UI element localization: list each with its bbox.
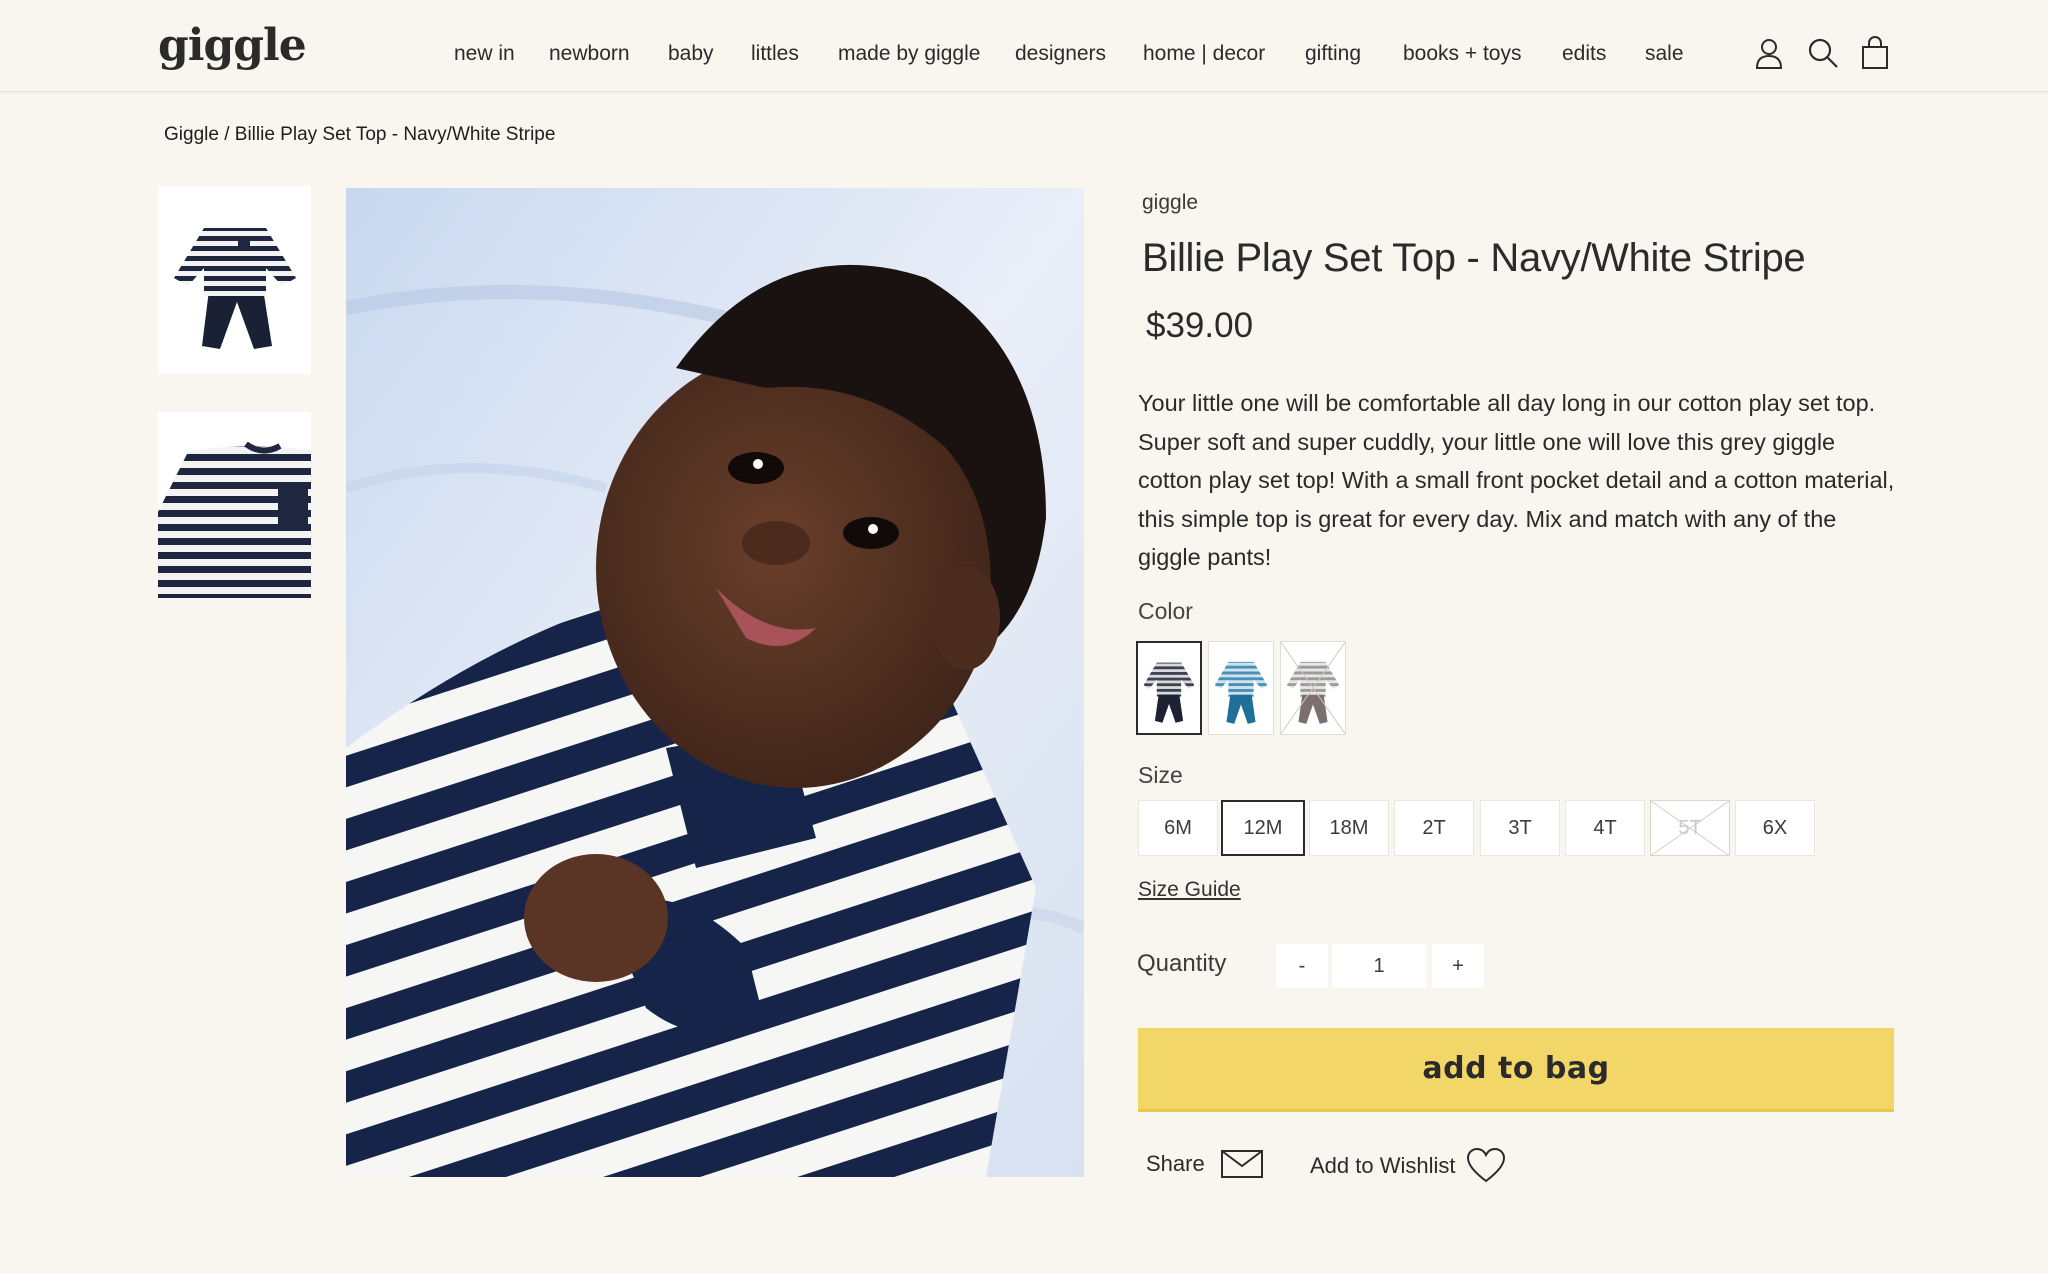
quantity-increase-button[interactable]: + bbox=[1432, 944, 1484, 988]
nav-home-decor[interactable]: home | decor bbox=[1143, 42, 1265, 66]
add-to-wishlist-button[interactable]: Add to Wishlist bbox=[1310, 1148, 1506, 1184]
breadcrumb-home[interactable]: Giggle bbox=[164, 124, 219, 145]
nav-baby[interactable]: baby bbox=[668, 42, 714, 66]
nav-designers[interactable]: designers bbox=[1015, 42, 1106, 66]
envelope-icon bbox=[1220, 1150, 1263, 1178]
size-label: Size bbox=[1138, 762, 1183, 788]
outfit-set-thumbnail[interactable] bbox=[158, 186, 311, 374]
nav-edits[interactable]: edits bbox=[1562, 42, 1606, 66]
nav-books-toys[interactable]: books + toys bbox=[1403, 42, 1521, 66]
size-5t-label: 5T bbox=[1678, 816, 1702, 839]
product-main-image bbox=[346, 188, 1084, 1177]
nav-newborn[interactable]: newborn bbox=[549, 42, 630, 66]
size-18m-button[interactable]: 18M bbox=[1309, 800, 1389, 856]
sweater-closeup-thumbnail[interactable] bbox=[158, 412, 311, 598]
breadcrumb: Giggle / Billie Play Set Top - Navy/Whit… bbox=[164, 124, 555, 146]
size-2t-button[interactable]: 2T bbox=[1394, 800, 1474, 856]
size-4t-button[interactable]: 4T bbox=[1565, 800, 1645, 856]
product-description: Your little one will be comfortable all … bbox=[1138, 390, 1895, 570]
account-icon[interactable] bbox=[1752, 36, 1786, 70]
size-12m-button[interactable]: 12M bbox=[1221, 800, 1305, 856]
breadcrumb-current: Billie Play Set Top - Navy/White Stripe bbox=[234, 124, 556, 145]
nav-sale[interactable]: sale bbox=[1645, 42, 1684, 66]
site-header: giggle new in newborn baby littles made … bbox=[0, 0, 2048, 92]
nav-new-in[interactable]: new in bbox=[454, 42, 515, 66]
color-label: Color bbox=[1138, 598, 1193, 624]
heart-icon bbox=[1466, 1148, 1505, 1183]
search-icon[interactable] bbox=[1806, 36, 1840, 70]
add-to-bag-button[interactable]: add to bag bbox=[1138, 1028, 1894, 1112]
color-swatch-blue[interactable] bbox=[1208, 641, 1274, 735]
size-5t-button[interactable]: 5T bbox=[1650, 800, 1730, 856]
quantity-input[interactable] bbox=[1332, 944, 1426, 988]
nav-gifting[interactable]: gifting bbox=[1305, 42, 1361, 66]
nav-littles[interactable]: littles bbox=[751, 42, 799, 66]
color-swatch-grey[interactable] bbox=[1280, 641, 1346, 735]
nav-made-by-giggle[interactable]: made by giggle bbox=[838, 42, 980, 66]
breadcrumb-separator: / bbox=[218, 124, 235, 145]
size-guide-link[interactable]: Size Guide bbox=[1138, 878, 1241, 902]
product-price: $39.00 bbox=[1146, 306, 1254, 345]
wishlist-label: Add to Wishlist bbox=[1310, 1153, 1456, 1178]
color-swatch-navy[interactable] bbox=[1136, 641, 1202, 735]
product-brand[interactable]: giggle bbox=[1142, 191, 1198, 215]
quantity-label: Quantity bbox=[1137, 950, 1227, 977]
size-6m-button[interactable]: 6M bbox=[1138, 800, 1218, 856]
quantity-decrease-button[interactable]: - bbox=[1276, 944, 1328, 988]
giggle-logo[interactable]: giggle bbox=[158, 24, 307, 68]
bag-icon[interactable] bbox=[1858, 36, 1892, 70]
size-3t-button[interactable]: 3T bbox=[1480, 800, 1560, 856]
product-title: Billie Play Set Top - Navy/White Stripe bbox=[1142, 236, 1806, 280]
share-button[interactable]: Share bbox=[1146, 1150, 1263, 1178]
size-6x-button[interactable]: 6X bbox=[1735, 800, 1815, 856]
share-label: Share bbox=[1146, 1151, 1205, 1176]
